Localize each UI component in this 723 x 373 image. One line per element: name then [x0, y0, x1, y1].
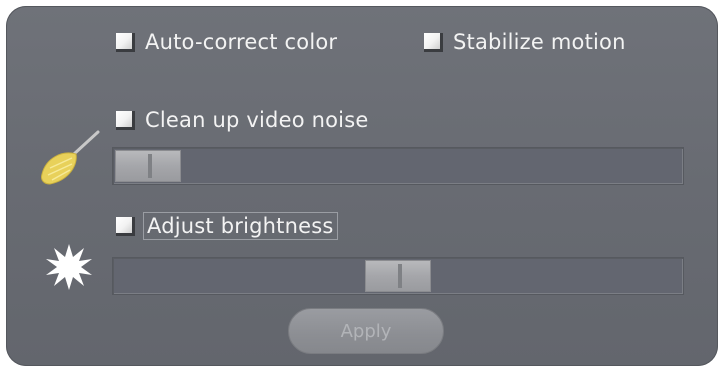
stabilize-motion-label: Stabilize motion — [453, 30, 626, 54]
clean-noise-checkbox[interactable] — [116, 110, 135, 130]
adjust-brightness-option[interactable]: Adjust brightness — [116, 212, 338, 240]
apply-button[interactable]: Apply — [288, 308, 444, 354]
broom-icon — [41, 130, 100, 185]
auto-correct-color-label: Auto-correct color — [145, 30, 338, 54]
sun-icon — [46, 244, 92, 290]
adjust-brightness-checkbox[interactable] — [116, 216, 135, 236]
video-enhancement-panel: Auto-correct color Stabilize motion Clea… — [6, 6, 718, 366]
noise-level-slider-thumb[interactable] — [115, 150, 181, 182]
auto-correct-color-checkbox[interactable] — [116, 32, 135, 52]
brightness-slider-thumb[interactable] — [365, 260, 431, 292]
brightness-slider[interactable] — [112, 257, 684, 295]
clean-noise-label: Clean up video noise — [145, 108, 369, 132]
stabilize-motion-option[interactable]: Stabilize motion — [424, 30, 626, 54]
clean-noise-option[interactable]: Clean up video noise — [116, 108, 368, 132]
auto-correct-color-option[interactable]: Auto-correct color — [116, 30, 337, 54]
adjust-brightness-label: Adjust brightness — [143, 212, 338, 240]
noise-level-slider[interactable] — [112, 147, 684, 185]
stabilize-motion-checkbox[interactable] — [424, 32, 443, 52]
